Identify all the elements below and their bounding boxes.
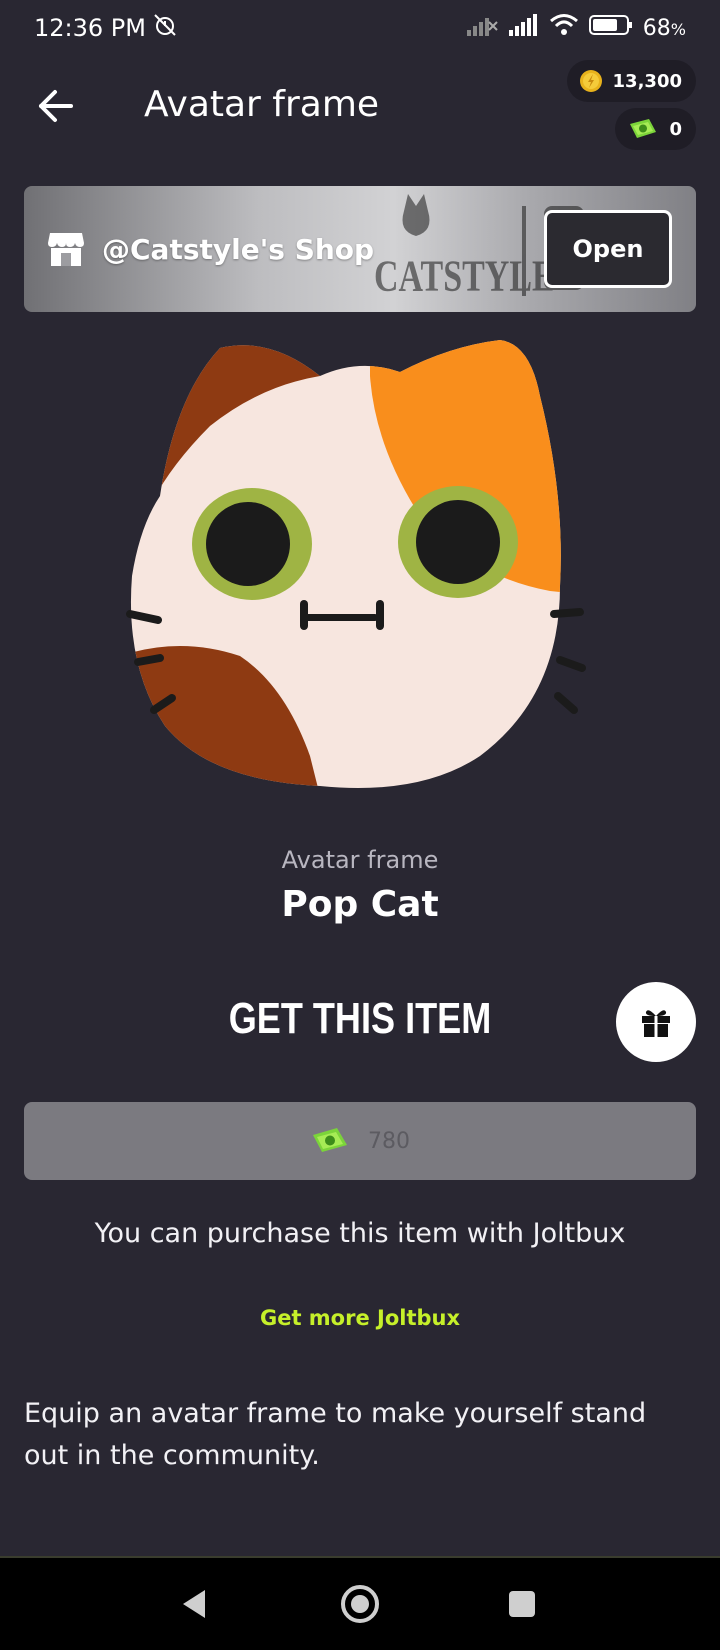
signal-icon — [508, 14, 539, 42]
app-header: Avatar frame 13,300 0 — [0, 56, 720, 166]
buy-with-joltbux-button[interactable]: 780 — [24, 1102, 696, 1180]
get-item-heading: GET THIS ITEM — [228, 994, 492, 1043]
back-button[interactable] — [30, 80, 82, 132]
gift-button[interactable] — [616, 982, 696, 1062]
purchase-note: You can purchase this item with Joltbux — [94, 1218, 626, 1249]
shop-name: @Catstyle's Shop — [102, 232, 375, 266]
nav-recents-button[interactable] — [496, 1578, 548, 1630]
shop-banner[interactable]: CATSTYLE @Catstyle's Shop Open — [24, 186, 696, 312]
square-recents-icon — [509, 1591, 535, 1617]
battery-icon — [588, 14, 633, 42]
wifi-icon — [549, 13, 579, 43]
system-nav-bar — [0, 1558, 720, 1650]
item-type-label: Avatar frame — [281, 846, 439, 874]
joltbux-balance-value: 0 — [669, 118, 682, 140]
joltbux-icon — [630, 119, 657, 138]
status-icons: 68% — [466, 13, 686, 43]
item-description: Equip an avatar frame to make yourself s… — [24, 1398, 647, 1471]
coin-icon — [579, 70, 602, 92]
triangle-back-icon — [183, 1590, 205, 1618]
page-title: Avatar frame — [144, 84, 380, 125]
gift-icon — [642, 1010, 670, 1037]
coin-balance[interactable]: 13,300 — [566, 60, 696, 102]
store-icon — [48, 233, 84, 266]
joltbux-icon — [313, 1128, 347, 1152]
signal-off-icon — [466, 14, 499, 42]
coin-balance-value: 13,300 — [612, 70, 682, 92]
status-bar: 12:36 PM 68% — [0, 0, 720, 56]
arrow-left-icon — [39, 90, 73, 122]
status-time-group: 12:36 PM — [34, 12, 178, 44]
battery-percentage: 68% — [643, 16, 686, 41]
battery-value: 68 — [642, 15, 671, 41]
status-time: 12:36 PM — [34, 14, 146, 42]
joltbux-balance[interactable]: 0 — [615, 108, 696, 150]
shop-logo-text: CATSTYLE — [374, 251, 555, 300]
circle-home-icon — [341, 1585, 379, 1623]
pop-cat-frame-image — [126, 340, 586, 788]
get-more-joltbux-link[interactable]: Get more Joltbux — [0, 1306, 720, 1330]
alarm-off-icon — [152, 12, 178, 44]
nav-back-button[interactable] — [168, 1578, 220, 1630]
item-name: Pop Cat — [281, 884, 439, 925]
battery-suffix: % — [670, 19, 686, 39]
nav-home-button[interactable] — [334, 1578, 386, 1630]
open-shop-button[interactable]: Open — [544, 210, 672, 288]
price-value: 780 — [368, 1128, 410, 1154]
